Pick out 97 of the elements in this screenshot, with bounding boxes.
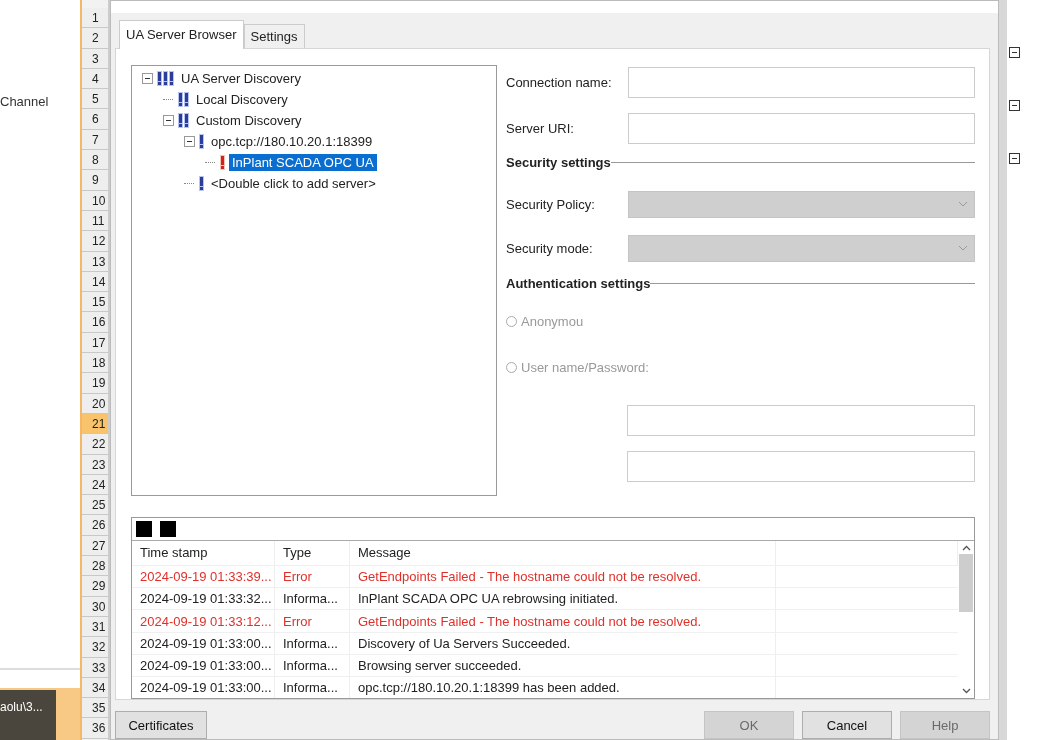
dialog-button[interactable]: Cancel [802,711,892,739]
log-time-cell: 2024-09-19 01:33:32... [132,588,275,610]
log-message-cell: GetEndpoints Failed - The hostname could not be resolved. [350,610,776,632]
collapse-icon[interactable] [142,72,153,84]
log-message-cell: Discovery of Ua Servers Succeeded. [350,632,776,654]
server-node-icon [177,111,191,130]
row-header[interactable]: 21 [82,413,108,435]
scroll-up-icon[interactable] [961,544,971,551]
log-time-cell: 2024-09-19 01:33:12... [132,610,275,632]
log-message-cell: Browsing server succeeded. [350,654,776,677]
connection-name-field[interactable] [628,67,975,99]
log-message-cell: opc.tcp://180.10.20.1:18399 has been added. [350,677,776,698]
toolbar-square-icon[interactable] [160,520,176,537]
tree-node[interactable]: <Double click to add server> [208,174,379,192]
row-header[interactable]: 35 [82,698,108,719]
row-header[interactable]: 18 [82,353,108,374]
scroll-down-icon[interactable] [961,687,971,694]
chevron-down-icon [958,201,968,208]
field-label: Security Policy: [506,196,596,212]
column-header[interactable]: Time stamp [132,540,275,565]
dialog-button[interactable]: Certificates [115,711,207,739]
section-heading: Security settings [506,154,611,170]
toolbar-square-icon[interactable] [136,520,152,537]
tree-node[interactable]: InPlant SCADA OPC UA [229,153,377,171]
row-header[interactable]: 30 [82,596,108,617]
server-node-icon [156,69,176,88]
tree-node[interactable]: UA Server Discovery [178,69,304,87]
row-header[interactable]: 25 [82,495,108,516]
row-header[interactable]: 5 [82,89,108,110]
row-header[interactable]: 27 [82,535,108,556]
row-header[interactable]: 9 [82,170,108,191]
row-header[interactable]: 4 [82,68,108,90]
row-header[interactable]: 34 [82,677,108,699]
row-header[interactable]: 1 [82,8,108,29]
log-type-cell: Error [275,610,350,632]
column-header[interactable]: Message [350,540,776,565]
tree-node[interactable]: Custom Discovery [193,111,305,129]
tree-node[interactable]: opc.tcp://180.10.20.1:18399 [208,132,376,150]
row-header[interactable]: 13 [82,251,108,272]
password-field[interactable] [627,451,975,483]
channel-label: Channel [0,94,49,109]
field-label: Connection name: [506,75,613,91]
log-message-cell: InPlant SCADA OPC UA rebrowsing initiated. [350,588,776,610]
row-header[interactable]: 3 [82,48,108,69]
taskbar-thumbnail[interactable]: aolu\3... [0,690,56,740]
row-header[interactable]: 11 [82,210,108,232]
log-type-cell: Error [275,565,350,588]
row-header[interactable]: 36 [82,718,108,739]
row-header[interactable]: 8 [82,150,108,171]
error-node-icon [219,153,227,172]
log-time-cell: 2024-09-19 01:33:00... [132,654,275,677]
collapse-icon[interactable] [1009,47,1020,58]
row-header[interactable]: 23 [82,454,108,475]
row-header[interactable]: 32 [82,637,108,658]
row-header[interactable]: 20 [82,393,108,414]
log-time-cell: 2024-09-19 01:33:00... [132,632,275,654]
row-header[interactable]: 22 [82,434,108,455]
row-header[interactable]: 17 [82,332,108,354]
row-header[interactable]: 26 [82,515,108,536]
field-label: Security mode: [506,240,594,256]
tree-node[interactable]: Local Discovery [193,90,291,108]
row-header[interactable]: 15 [82,292,108,313]
row-header[interactable]: 24 [82,474,108,496]
tab[interactable]: UA Server Browser [119,19,244,49]
row-header[interactable]: 14 [82,271,108,293]
username-field[interactable] [627,405,975,437]
collapse-icon[interactable] [1009,153,1020,164]
log-type-cell: Informa... [275,654,350,677]
row-header[interactable]: 28 [82,556,108,577]
row-header[interactable]: 10 [82,190,108,211]
collapse-icon[interactable] [1009,100,1020,111]
log-time-cell: 2024-09-19 01:33:00... [132,677,275,698]
row-header[interactable]: 31 [82,616,108,638]
row-header[interactable]: 33 [82,657,108,678]
log-type-cell: Informa... [275,677,350,698]
row-header[interactable]: 2 [82,28,108,49]
field-label: Server URI: [506,121,575,137]
collapse-icon[interactable] [184,135,195,147]
row-header[interactable]: 29 [82,576,108,597]
server-node-icon [198,174,206,193]
column-header[interactable]: Type [275,540,350,565]
section-heading: Authentication settings [506,275,651,291]
log-type-cell: Informa... [275,632,350,654]
row-header[interactable]: 19 [82,373,108,394]
row-header[interactable]: 7 [82,129,108,151]
log-time-cell: 2024-09-19 01:33:39... [132,565,275,588]
collapse-icon[interactable] [163,114,174,126]
row-header[interactable]: 16 [82,312,108,333]
row-header[interactable]: 12 [82,231,108,252]
tab[interactable]: Settings [243,23,305,48]
server-node-icon [177,90,191,109]
log-type-cell: Informa... [275,588,350,610]
chevron-down-icon [958,245,968,252]
server-node-icon [198,132,206,151]
row-header[interactable]: 6 [82,109,108,130]
server-uri-field[interactable] [628,113,975,145]
log-message-cell: GetEndpoints Failed - The hostname could not be resolved. [350,565,776,588]
